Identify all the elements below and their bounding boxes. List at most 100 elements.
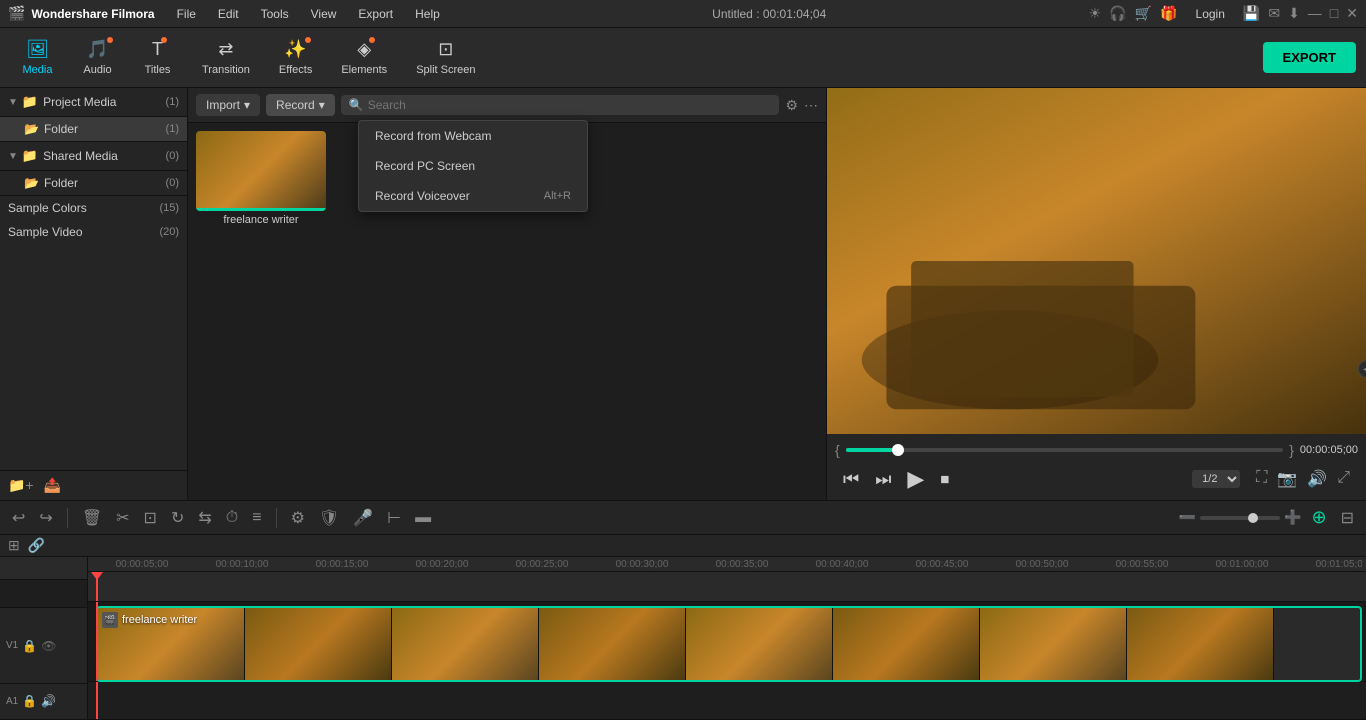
- zoom-handle[interactable]: [1248, 513, 1258, 523]
- search-input[interactable]: [368, 98, 772, 112]
- record-button[interactable]: Record ▾: [266, 94, 335, 116]
- step-back-btn[interactable]: ⏮: [843, 469, 859, 490]
- bracket-left[interactable]: {: [835, 442, 840, 458]
- screenshot-icon[interactable]: 📷: [1277, 469, 1297, 489]
- split-btn[interactable]: ⊢: [383, 506, 405, 530]
- stop-btn[interactable]: ⏹: [940, 469, 949, 490]
- collapse-btn[interactable]: ⊟: [1337, 506, 1358, 530]
- login-button[interactable]: Login: [1186, 5, 1235, 23]
- mail-icon[interactable]: ✉: [1268, 5, 1280, 23]
- lock-icon[interactable]: 🔒: [22, 639, 37, 653]
- frame-1: [245, 608, 392, 680]
- clip-type-icon: 🎬: [102, 612, 118, 628]
- ruler-mark-3: 00:00:20;00: [392, 559, 492, 570]
- fullscreen-icon[interactable]: ⛶: [1256, 469, 1267, 489]
- progress-track[interactable]: [846, 448, 1284, 452]
- rotate-btn[interactable]: ↻: [167, 506, 188, 530]
- grid-icon[interactable]: ⋯: [804, 97, 818, 114]
- menu-tools[interactable]: Tools: [251, 5, 299, 23]
- record-voiceover-item[interactable]: Record Voiceover Alt+R: [359, 181, 587, 211]
- voice-btn[interactable]: 🎤: [349, 506, 377, 530]
- progress-fill: [846, 448, 899, 452]
- zoom-out-icon[interactable]: ➖: [1179, 509, 1196, 526]
- zoom-in-icon[interactable]: ➕: [1284, 509, 1301, 526]
- tab-transition[interactable]: ⇄ Transition: [190, 35, 262, 80]
- delete-btn[interactable]: 🗑: [78, 506, 106, 530]
- menu-view[interactable]: View: [301, 5, 347, 23]
- mask-btn[interactable]: 🛡: [315, 506, 343, 530]
- progress-handle[interactable]: [892, 444, 904, 456]
- maximize-button[interactable]: □: [1330, 5, 1338, 23]
- add-clip-btn[interactable]: ⊕: [1308, 505, 1331, 530]
- resize-icon[interactable]: ⤢: [1337, 469, 1350, 489]
- tab-elements[interactable]: ◈ Elements: [329, 35, 399, 80]
- playback-controls: ⏮ ⏭ ▶ ⏹ 1/2 ⛶ 📷 🔊 ⤢: [835, 462, 1358, 496]
- sample-video-item[interactable]: Sample Video (20): [0, 220, 187, 244]
- audio-preview-icon[interactable]: 🔊: [1307, 469, 1327, 489]
- add-folder-btn[interactable]: 📁+: [8, 477, 34, 494]
- toolbar-sep-1: [67, 508, 68, 528]
- filter-icon[interactable]: ⚙: [785, 97, 798, 114]
- tab-media[interactable]: 🖼 Media: [10, 35, 65, 80]
- frame-back-btn[interactable]: ⏭: [875, 469, 891, 490]
- shared-folder-item[interactable]: 📂 Folder (0): [0, 171, 187, 196]
- zoom-slider[interactable]: [1200, 516, 1280, 520]
- cut-btn[interactable]: ✂: [112, 506, 133, 530]
- crop-btn[interactable]: ⊡: [140, 506, 161, 530]
- menu-export[interactable]: Export: [348, 5, 403, 23]
- shared-media-header[interactable]: ▼ 📁 Shared Media (0): [0, 142, 187, 171]
- download-icon[interactable]: ⬇: [1288, 5, 1300, 23]
- audio-mute-icon[interactable]: 🔊: [41, 694, 56, 708]
- ruler-mark-8: 00:00:45;00: [892, 559, 992, 570]
- ruler-marks: 00:00:05;00 00:00:10;00 00:00:15;00 00:0…: [92, 559, 1362, 570]
- import-button[interactable]: Import ▾: [196, 94, 260, 116]
- timeline-ruler[interactable]: 00:00:05;00 00:00:10;00 00:00:15;00 00:0…: [88, 557, 1366, 572]
- close-button[interactable]: ✕: [1346, 5, 1358, 23]
- subtitle-btn[interactable]: ▬: [411, 507, 435, 529]
- add-track-btn[interactable]: ⊞: [8, 537, 20, 554]
- minimize-button[interactable]: —: [1308, 5, 1322, 23]
- video-clip[interactable]: 🎬 freelance writer: [96, 606, 1362, 682]
- cart-icon[interactable]: 🛒: [1135, 5, 1152, 23]
- project-folder-item[interactable]: 📂 Folder (1): [0, 117, 187, 142]
- gift-icon[interactable]: 🎁: [1160, 5, 1177, 23]
- record-screen-item[interactable]: Record PC Screen: [359, 151, 587, 181]
- play-btn[interactable]: ▶: [907, 466, 924, 492]
- eye-icon[interactable]: 👁: [41, 639, 56, 653]
- effects-settings-btn[interactable]: ⚙: [287, 506, 309, 530]
- media-name-0: freelance writer: [196, 214, 326, 226]
- audio-track-row: [88, 682, 1366, 720]
- tab-split-screen[interactable]: ⊡ Split Screen: [404, 35, 487, 80]
- menu-edit[interactable]: Edit: [208, 5, 249, 23]
- mirror-btn[interactable]: ⇆: [194, 506, 215, 530]
- audio-lock-icon[interactable]: 🔒: [22, 694, 37, 708]
- frame-6: [980, 608, 1127, 680]
- menu-help[interactable]: Help: [405, 5, 450, 23]
- adjust-btn[interactable]: ≡: [248, 507, 265, 529]
- export-button[interactable]: EXPORT: [1263, 42, 1356, 73]
- sample-colors-item[interactable]: Sample Colors (15): [0, 196, 187, 220]
- timer-btn[interactable]: ⏱: [222, 507, 242, 529]
- bracket-right[interactable]: }: [1289, 442, 1294, 458]
- project-media-header[interactable]: ▼ 📁 Project Media (1): [0, 88, 187, 117]
- import-btn-footer[interactable]: 📤: [44, 477, 61, 494]
- timeline-zoom: ➖ ➕: [1179, 509, 1302, 526]
- media-progress-bar: [196, 208, 326, 211]
- record-webcam-item[interactable]: Record from Webcam: [359, 121, 587, 151]
- media-item-0[interactable]: freelance writer: [196, 131, 326, 226]
- tab-titles[interactable]: T Titles: [130, 35, 185, 80]
- clip-label-overlay: 🎬 freelance writer: [102, 612, 197, 628]
- sun-icon[interactable]: ☀: [1089, 5, 1102, 23]
- filmstrip: [98, 608, 1360, 680]
- tab-effects[interactable]: ✨ Effects: [267, 35, 324, 80]
- save-icon[interactable]: 💾: [1243, 5, 1260, 23]
- redo-btn[interactable]: ↪: [35, 506, 56, 530]
- undo-btn[interactable]: ↩: [8, 506, 29, 530]
- tab-audio[interactable]: 🎵 Audio: [70, 35, 125, 80]
- menu-file[interactable]: File: [167, 5, 206, 23]
- project-media-section: ▼ 📁 Project Media (1) 📂 Folder (1): [0, 88, 187, 142]
- effects-icon: ✨: [284, 39, 306, 60]
- zoom-select[interactable]: 1/2: [1192, 470, 1240, 488]
- headset-icon[interactable]: 🎧: [1109, 5, 1126, 23]
- link-btn[interactable]: 🔗: [28, 537, 45, 554]
